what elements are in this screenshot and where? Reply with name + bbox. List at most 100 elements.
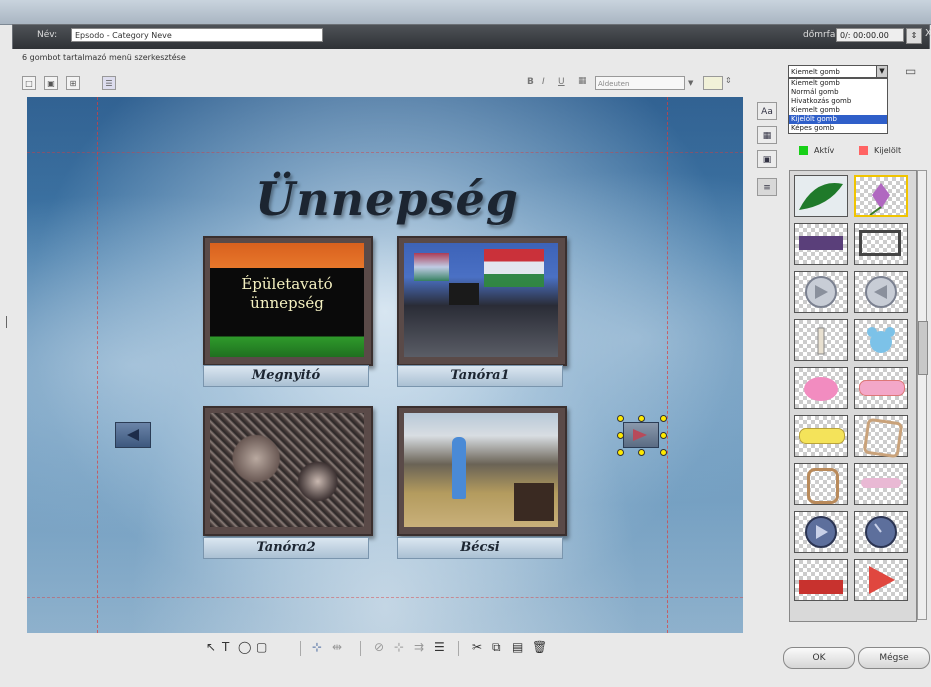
list-icon[interactable]: ☰: [434, 640, 445, 654]
button-type-list: Kiemelt gomb Normál gomb Hivatkozás gomb…: [788, 78, 888, 134]
name-input[interactable]: Epsodo - Category Neve: [71, 28, 323, 42]
selection-handle[interactable]: [638, 415, 645, 422]
bar-shape-tile[interactable]: [794, 223, 848, 265]
flower-shape-tile[interactable]: [854, 175, 908, 217]
chevron-down-icon[interactable]: ▼: [688, 76, 698, 90]
selection-handle[interactable]: [660, 432, 667, 439]
layout-tool[interactable]: ▦: [757, 126, 777, 144]
scissors-icon[interactable]: ✂: [472, 640, 482, 654]
image-tool[interactable]: ▣: [757, 150, 777, 168]
selection-handle[interactable]: [617, 415, 624, 422]
chevron-down-icon[interactable]: ▼: [876, 65, 888, 78]
status-text: 6 gombot tartalmazó menü szerkesztése: [22, 53, 186, 62]
menu-thumbnail[interactable]: Épületavató ünnepség: [203, 236, 373, 366]
yellow-label-tile[interactable]: [794, 415, 848, 457]
selection-handle[interactable]: [617, 432, 624, 439]
layer-icon[interactable]: ▣: [44, 76, 58, 90]
oval-frame-tile[interactable]: [794, 463, 848, 505]
button-type-select[interactable]: Kiemelt gomb: [788, 65, 888, 78]
distribute-icon[interactable]: ⇹: [332, 640, 342, 654]
font-size-field[interactable]: [703, 76, 723, 90]
arrow-left-icon[interactable]: [854, 271, 908, 313]
resize-marker: [6, 316, 7, 328]
leaf-shape-tile[interactable]: [794, 175, 848, 217]
scrollbar-thumb[interactable]: [918, 321, 928, 375]
text-tool-icon[interactable]: T: [222, 640, 229, 654]
selected-color-swatch: [859, 146, 868, 155]
italic-button[interactable]: I: [542, 77, 545, 87]
frame-shape-tile[interactable]: [854, 415, 908, 459]
candle-shape-tile[interactable]: [794, 319, 848, 361]
thumbnail-caption[interactable]: Tanóra1: [397, 365, 563, 387]
panel-scrollbar[interactable]: [917, 170, 928, 620]
grid-icon[interactable]: ⊞: [66, 76, 80, 90]
pink-pill-tile[interactable]: [854, 463, 908, 505]
menu-thumbnail[interactable]: [397, 406, 567, 536]
cancel-button[interactable]: Mégse: [858, 647, 930, 669]
list-item[interactable]: Kiemelt gomb: [789, 106, 887, 115]
active-color-swatch: [799, 146, 808, 155]
thumbnail-image: [404, 413, 558, 527]
thumbnail-caption[interactable]: Bécsi: [397, 537, 563, 559]
center-icon[interactable]: ⊹: [394, 640, 404, 654]
folder-icon[interactable]: ▭: [905, 64, 916, 78]
pointer-icon[interactable]: ↖: [206, 640, 216, 654]
ellipse-tool-icon[interactable]: ◯: [238, 640, 251, 654]
bold-button[interactable]: B: [527, 77, 534, 87]
underline-button[interactable]: U: [558, 77, 565, 87]
clock-icon[interactable]: [854, 511, 908, 553]
next-button[interactable]: [623, 422, 659, 448]
legend-selected: Kijelölt: [859, 146, 901, 155]
list-item[interactable]: Hivatkozás gomb: [789, 97, 887, 106]
ok-button[interactable]: OK: [783, 647, 855, 669]
button-thumbnail-grid: [789, 170, 917, 622]
selection-handle[interactable]: [617, 449, 624, 456]
font-select[interactable]: Aldeuten: [595, 76, 685, 90]
name-label: Név:: [37, 30, 58, 40]
selection-handle[interactable]: [660, 449, 667, 456]
thumbnail-caption[interactable]: Megnyitó: [203, 365, 369, 387]
text-style-tool[interactable]: Aa: [757, 102, 777, 120]
legend-active-label: Aktív: [814, 146, 835, 155]
selection-handle[interactable]: [638, 449, 645, 456]
legend-active: Aktív: [799, 146, 834, 155]
menu-title[interactable]: Ünnepség: [227, 172, 547, 226]
bear-icon[interactable]: [854, 319, 908, 361]
text-align-icon[interactable]: ☰: [102, 76, 116, 90]
title-bar: Név: Epsodo - Category Neve dőmrfam 0/: …: [12, 24, 931, 49]
color-icon[interactable]: ▦: [578, 76, 587, 86]
red-arrow-right-icon[interactable]: [854, 559, 908, 601]
red-ribbon-tile[interactable]: [794, 559, 848, 601]
size-spinner-icon[interactable]: ⇕: [725, 76, 732, 85]
menu-canvas[interactable]: Ünnepség Épületavató ünnepség Megnyitó T…: [27, 97, 743, 633]
menu-thumbnail[interactable]: [397, 236, 567, 366]
trash-icon[interactable]: 🗑: [532, 640, 547, 654]
align-icon[interactable]: ⊹: [312, 640, 322, 654]
list-item[interactable]: Képes gomb: [789, 124, 887, 133]
pink-heart-tile[interactable]: [794, 367, 848, 409]
close-icon[interactable]: X: [925, 28, 931, 39]
list-item[interactable]: Normál gomb: [789, 88, 887, 97]
thumbnail-image: [210, 413, 364, 527]
film-frame-tile[interactable]: [854, 223, 908, 265]
new-page-icon[interactable]: □: [22, 76, 36, 90]
previous-button[interactable]: [115, 422, 151, 448]
rectangle-tool-icon[interactable]: ▢: [256, 640, 267, 654]
thumbnail-text: Épületavató ünnepség: [241, 275, 333, 312]
thumbnail-caption[interactable]: Tanóra2: [203, 537, 369, 559]
list-item-selected[interactable]: Kijelölt gomb: [789, 115, 887, 124]
timecode-spinner[interactable]: ⇕: [906, 28, 922, 44]
arrow-right-icon[interactable]: [794, 271, 848, 313]
selection-handle[interactable]: [660, 415, 667, 422]
menu-thumbnail[interactable]: [203, 406, 373, 536]
space-icon[interactable]: ⇉: [414, 640, 424, 654]
list-item[interactable]: Kiemelt gomb: [789, 79, 887, 88]
zoom-icon[interactable]: ⊘: [374, 640, 384, 654]
copy-icon[interactable]: ⧉: [492, 640, 501, 655]
guide-line: [27, 152, 743, 153]
display-timecode[interactable]: 0/: 00:00.00: [836, 28, 904, 42]
button-tool[interactable]: ≡: [757, 178, 777, 196]
paste-icon[interactable]: ▤: [512, 640, 523, 654]
play-button-icon[interactable]: [794, 511, 848, 553]
pink-label-tile[interactable]: [854, 367, 908, 409]
